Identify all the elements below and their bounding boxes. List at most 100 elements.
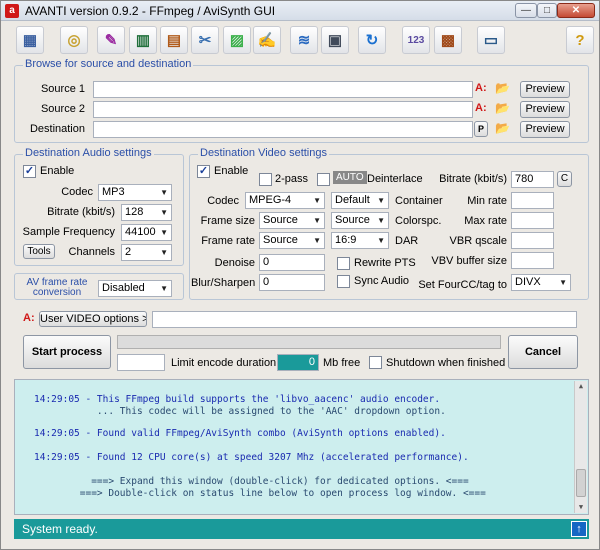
shutdown-checkbox[interactable] bbox=[369, 356, 382, 369]
frames-icon[interactable]: ▥ bbox=[129, 26, 157, 54]
audio-enable-label: Enable bbox=[40, 165, 75, 177]
blur-sharpen-input[interactable]: 0 bbox=[259, 274, 325, 291]
paint-brush-icon[interactable]: ✎ bbox=[97, 26, 125, 54]
user-video-options-button[interactable]: User VIDEO options > bbox=[39, 311, 147, 327]
log-line: 14:29:05 - Found 12 CPU core(s) at speed… bbox=[34, 452, 469, 463]
audio-legend: Destination Audio settings bbox=[23, 147, 154, 159]
status-bar[interactable]: System ready. ↑ bbox=[14, 519, 589, 539]
vbv-buffer-input[interactable] bbox=[511, 252, 554, 269]
denoise-input[interactable]: 0 bbox=[259, 254, 325, 271]
title-bar[interactable]: a AVANTI version 0.9.2 - FFmpeg / AviSyn… bbox=[1, 1, 599, 21]
chevron-down-icon: ▼ bbox=[160, 284, 168, 293]
chevron-down-icon: ▼ bbox=[160, 188, 168, 197]
source2-avisynth-icon[interactable]: A: bbox=[475, 102, 487, 114]
deinterlace-checkbox[interactable] bbox=[317, 173, 330, 186]
audio-codec-select[interactable]: MP3 ▼ bbox=[98, 184, 172, 201]
scroll-up-icon[interactable]: ▲ bbox=[575, 381, 587, 392]
monitor-icon[interactable]: ▭ bbox=[477, 26, 505, 54]
max-rate-label: Max rate bbox=[464, 215, 507, 227]
destination-input[interactable] bbox=[93, 121, 473, 138]
scroll-down-icon[interactable]: ▼ bbox=[575, 502, 587, 513]
frame-rate-select[interactable]: Source ▼ bbox=[259, 232, 325, 249]
chevron-down-icon: ▼ bbox=[160, 248, 168, 257]
close-button[interactable]: ✕ bbox=[557, 3, 595, 18]
destination-open-folder-icon[interactable]: 📂 bbox=[495, 121, 510, 135]
notepad-pen-icon[interactable]: ✍ bbox=[253, 26, 281, 54]
colorspace-value: Source bbox=[335, 214, 370, 226]
start-process-button[interactable]: Start process bbox=[23, 335, 111, 369]
sync-audio-checkbox[interactable] bbox=[337, 275, 350, 288]
source1-preview-button[interactable]: Preview bbox=[520, 81, 570, 98]
log-scrollbar[interactable]: ▲ ▼ bbox=[574, 381, 587, 513]
chevron-down-icon: ▼ bbox=[313, 236, 321, 245]
source2-preview-button[interactable]: Preview bbox=[520, 101, 570, 118]
limit-duration-input[interactable] bbox=[117, 354, 165, 371]
audio-codec-label: Codec bbox=[61, 186, 93, 198]
source1-open-folder-icon[interactable]: 📂 bbox=[495, 81, 510, 95]
sample-frequency-value: 44100 bbox=[125, 226, 156, 238]
log-window[interactable]: 14:29:05 - This FFmpeg build supports th… bbox=[14, 379, 589, 515]
frame-rate-value: Source bbox=[263, 234, 298, 246]
fourcc-select[interactable]: DIVX ▼ bbox=[511, 274, 571, 291]
source1-input[interactable] bbox=[93, 81, 473, 98]
video-codec-label: Codec bbox=[207, 195, 239, 207]
container-select[interactable]: Default ▼ bbox=[331, 192, 389, 209]
av-frame-label: AV frame rate conversion bbox=[26, 277, 88, 298]
maximize-button[interactable]: □ bbox=[537, 3, 557, 18]
disc-icon[interactable]: ◎ bbox=[60, 26, 88, 54]
help-icon[interactable]: ? bbox=[566, 26, 594, 54]
audio-tools-button[interactable]: Tools bbox=[23, 244, 55, 259]
video-tools-icon[interactable]: ✂ bbox=[191, 26, 219, 54]
gradient-icon[interactable]: ▨ bbox=[223, 26, 251, 54]
channels-select[interactable]: 2 ▼ bbox=[121, 244, 172, 261]
video-enable-checkbox[interactable]: ✓ bbox=[197, 165, 210, 178]
destination-preview-button[interactable]: Preview bbox=[520, 121, 570, 138]
audio-enable-checkbox[interactable]: ✓ bbox=[23, 165, 36, 178]
deinterlace-label: Deinterlace bbox=[367, 173, 423, 185]
window-title: AVANTI version 0.9.2 - FFmpeg / AviSynth… bbox=[25, 4, 276, 18]
video-codec-select[interactable]: MPEG-4 ▼ bbox=[245, 192, 325, 209]
numbers-icon[interactable]: 123 bbox=[402, 26, 430, 54]
min-rate-input[interactable] bbox=[511, 192, 554, 209]
audio-frames-icon[interactable]: ▤ bbox=[160, 26, 188, 54]
source2-label: Source 2 bbox=[40, 103, 85, 115]
user-video-options-input[interactable] bbox=[152, 311, 577, 328]
rewrite-pts-checkbox[interactable] bbox=[337, 257, 350, 270]
app-window: a AVANTI version 0.9.2 - FFmpeg / AviSyn… bbox=[0, 0, 600, 550]
fourcc-value: DIVX bbox=[515, 276, 541, 288]
source1-avisynth-icon[interactable]: A: bbox=[475, 82, 487, 94]
video-c-button[interactable]: C bbox=[557, 171, 572, 187]
denoise-label: Denoise bbox=[214, 257, 255, 269]
disk-copy-icon[interactable]: ▣ bbox=[321, 26, 349, 54]
shutdown-label: Shutdown when finished bbox=[386, 357, 506, 369]
browse-legend: Browse for source and destination bbox=[23, 58, 194, 70]
chevron-down-icon: ▼ bbox=[377, 216, 385, 225]
frame-size-select[interactable]: Source ▼ bbox=[259, 212, 325, 229]
colorspace-select[interactable]: Source ▼ bbox=[331, 212, 389, 229]
video-bitrate-input[interactable]: 780 bbox=[511, 171, 554, 188]
max-rate-input[interactable] bbox=[511, 212, 554, 229]
sample-frequency-select[interactable]: 44100 ▼ bbox=[121, 224, 172, 241]
source2-open-folder-icon[interactable]: 📂 bbox=[495, 101, 510, 115]
scroll-thumb[interactable] bbox=[576, 469, 586, 497]
minimize-button[interactable]: — bbox=[515, 3, 537, 18]
twopass-checkbox[interactable] bbox=[259, 173, 272, 186]
destination-p-button[interactable]: P bbox=[474, 121, 488, 137]
source2-input[interactable] bbox=[93, 101, 473, 118]
dar-select[interactable]: 16:9 ▼ bbox=[331, 232, 389, 249]
vbr-qscale-input[interactable] bbox=[511, 232, 554, 249]
refresh-icon[interactable]: ↻ bbox=[358, 26, 386, 54]
av-frame-select[interactable]: Disabled ▼ bbox=[98, 280, 172, 297]
auto-deinterlace-badge[interactable]: AUTO bbox=[333, 171, 367, 184]
film-strip-icon[interactable]: ▦ bbox=[16, 26, 44, 54]
film-cut-icon[interactable]: ▩ bbox=[434, 26, 462, 54]
chevron-down-icon: ▼ bbox=[160, 228, 168, 237]
waveform-icon[interactable]: ≋ bbox=[290, 26, 318, 54]
arrow-up-icon[interactable]: ↑ bbox=[571, 521, 587, 537]
rewrite-pts-label: Rewrite PTS bbox=[354, 257, 416, 269]
user-options-avisynth-icon[interactable]: A: bbox=[23, 312, 35, 324]
cancel-button[interactable]: Cancel bbox=[508, 335, 578, 369]
sync-audio-label: Sync Audio bbox=[354, 275, 410, 287]
audio-bitrate-select[interactable]: 128 ▼ bbox=[121, 204, 172, 221]
fourcc-label: Set FourCC/tag to bbox=[418, 279, 507, 291]
